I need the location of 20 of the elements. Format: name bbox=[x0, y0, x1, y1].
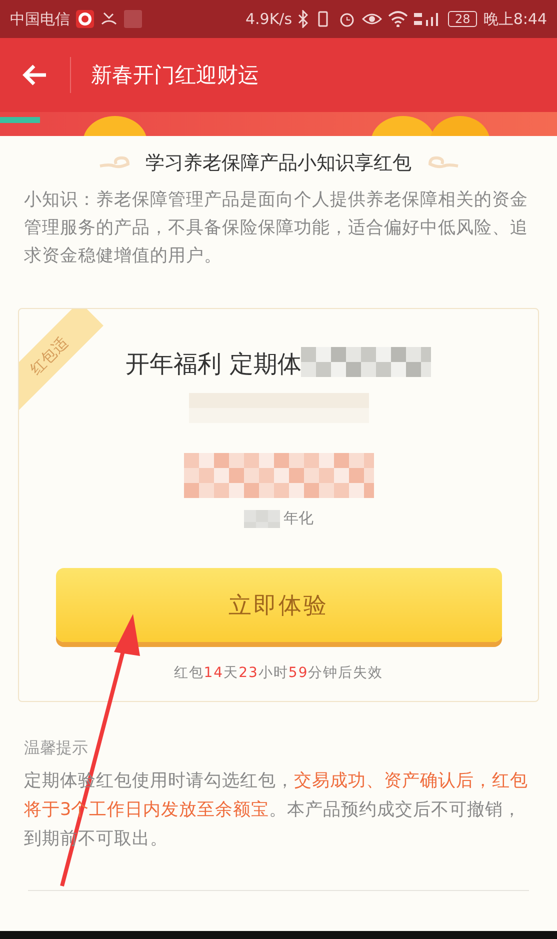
wifi-icon bbox=[388, 11, 408, 27]
section-heading: 学习养老保障产品小知识享红包 bbox=[146, 151, 412, 176]
countdown-text: 红包14天23小时59分钟后失效 bbox=[174, 664, 384, 682]
clock-time: 晚上8:44 bbox=[483, 10, 547, 28]
app-icon bbox=[124, 10, 142, 28]
back-arrow-icon bbox=[22, 64, 48, 86]
cloud-ornament-icon bbox=[426, 156, 460, 170]
cloud-ornament-icon bbox=[98, 156, 132, 170]
battery-level: 28 bbox=[448, 11, 478, 27]
page-title: 新春开门红迎财运 bbox=[91, 62, 259, 89]
product-title: 开年福利 定期体 bbox=[126, 349, 302, 380]
bluetooth-icon bbox=[298, 10, 308, 28]
corner-ribbon: 红包适 bbox=[19, 309, 104, 410]
carrier-name: 中国电信 bbox=[10, 10, 70, 28]
knowledge-text: 小知识：养老保障管理产品是面向个人提供养老保障相关的资金管理服务的产品，不具备保险保障功能，适合偏好中低风险、追求资金稳健增值的用户。 bbox=[24, 189, 529, 268]
app-icon bbox=[76, 10, 94, 28]
network-speed: 4.9K/s bbox=[245, 10, 292, 28]
try-now-button[interactable]: 立即体验 bbox=[56, 568, 502, 642]
tips-heading: 温馨提示 bbox=[24, 738, 89, 759]
rate-label: 年化 bbox=[284, 509, 314, 528]
